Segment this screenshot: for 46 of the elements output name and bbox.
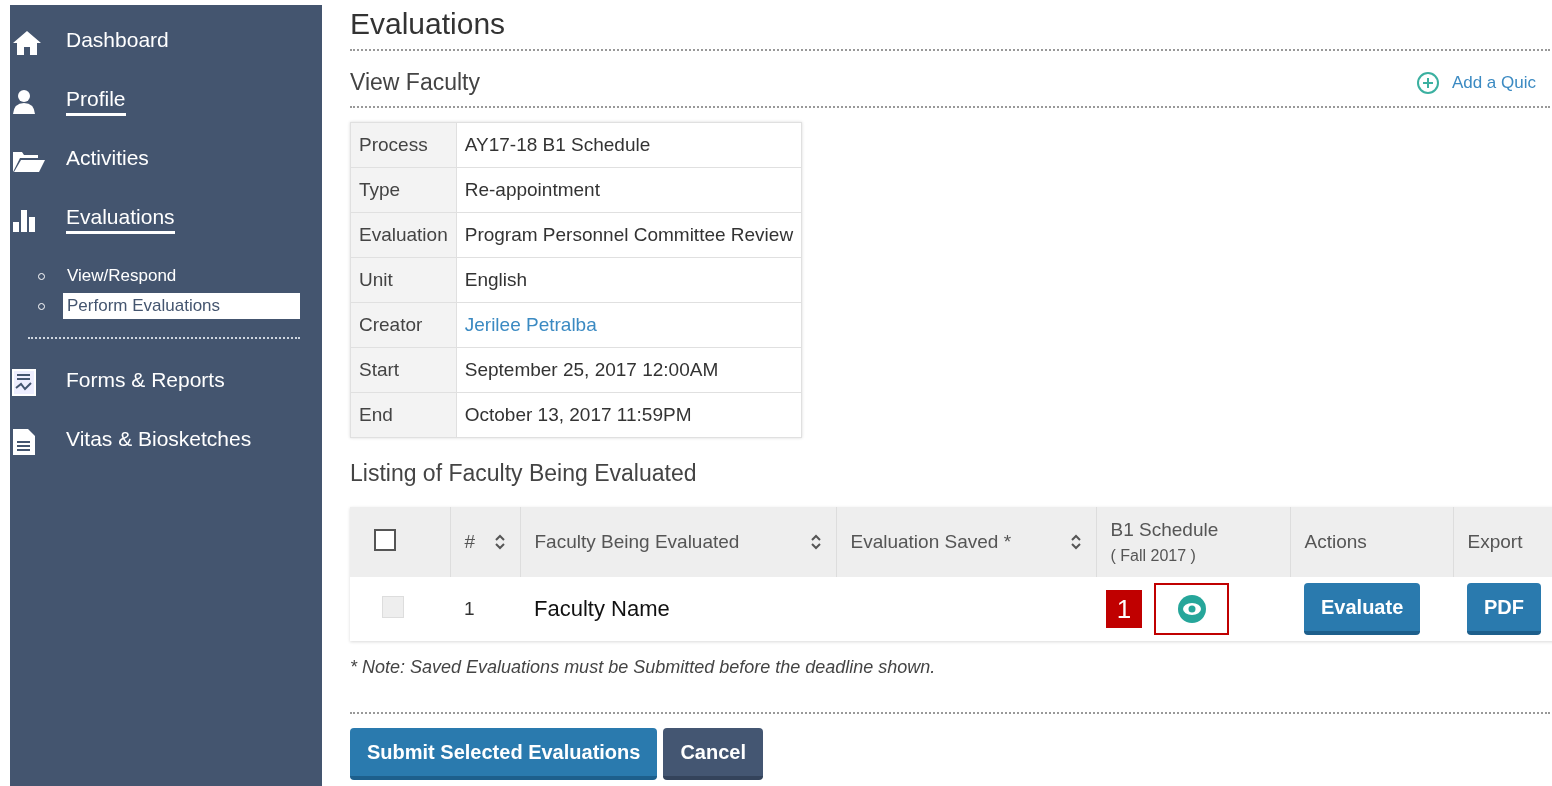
nav-item[interactable]: Activities xyxy=(10,131,322,190)
checkbox[interactable] xyxy=(374,528,396,551)
detail-label: Process xyxy=(350,122,457,168)
page-title: Evaluations xyxy=(350,6,507,42)
nav-item[interactable]: Vitas & Biosketches xyxy=(10,412,322,471)
detail-value: AY17-18 B1 Schedule xyxy=(456,122,802,168)
detail-value: Program Personnel Committee Review xyxy=(456,212,802,258)
callout-number: 1 xyxy=(1106,590,1142,628)
listing-title: Listing of Faculty Being Evaluated xyxy=(350,460,698,487)
detail-label: Start xyxy=(350,347,457,393)
faculty-name: Faculty Name xyxy=(534,596,670,621)
eye-icon xyxy=(1176,594,1207,624)
nav-subitem[interactable]: View/Respond xyxy=(38,261,300,291)
sort-icon[interactable] xyxy=(809,533,822,551)
section-title: View Faculty xyxy=(350,69,480,96)
nav-item[interactable]: Dashboard xyxy=(10,13,322,72)
submit-button[interactable]: Submit Selected Evaluations xyxy=(350,728,658,780)
detail-label: Creator xyxy=(350,302,457,348)
column-header: B1 Schedule ( Fall 2017 ) xyxy=(1096,507,1290,577)
nav-item[interactable]: Forms & Reports xyxy=(10,353,322,412)
view-button[interactable] xyxy=(1154,583,1229,635)
sort-icon[interactable] xyxy=(493,533,506,551)
cancel-button[interactable]: Cancel xyxy=(663,728,763,780)
detail-label: Evaluation xyxy=(350,212,457,258)
column-header[interactable]: Evaluation Saved * xyxy=(836,507,1096,577)
plus-circle-icon xyxy=(1415,70,1440,95)
detail-value: September 25, 2017 12:00AM xyxy=(456,347,802,393)
column-header[interactable]: Faculty Being Evaluated xyxy=(520,507,836,577)
detail-value: October 13, 2017 11:59PM xyxy=(456,392,802,438)
column-header: Export xyxy=(1453,507,1552,577)
detail-label: End xyxy=(350,392,457,438)
detail-label: Type xyxy=(350,167,457,213)
column-header: Actions xyxy=(1290,507,1453,577)
home-icon xyxy=(12,29,42,56)
quick-add-link[interactable]: Add a Quic xyxy=(1415,70,1536,95)
detail-value: English xyxy=(456,257,802,303)
detail-link[interactable]: Jerilee Petralba xyxy=(456,302,802,348)
nav-item[interactable]: Profile xyxy=(10,72,322,131)
table-cell: 1 xyxy=(450,577,520,641)
detail-value: Re-appointment xyxy=(456,167,802,213)
note-text: * Note: Saved Evaluations must be Submitted before the deadline shown. xyxy=(350,657,937,678)
nav-item[interactable]: Evaluations xyxy=(10,190,322,249)
detail-label: Unit xyxy=(350,257,457,303)
column-header[interactable]: # xyxy=(450,507,520,577)
sort-icon[interactable] xyxy=(1069,533,1082,551)
person-icon xyxy=(12,88,36,115)
